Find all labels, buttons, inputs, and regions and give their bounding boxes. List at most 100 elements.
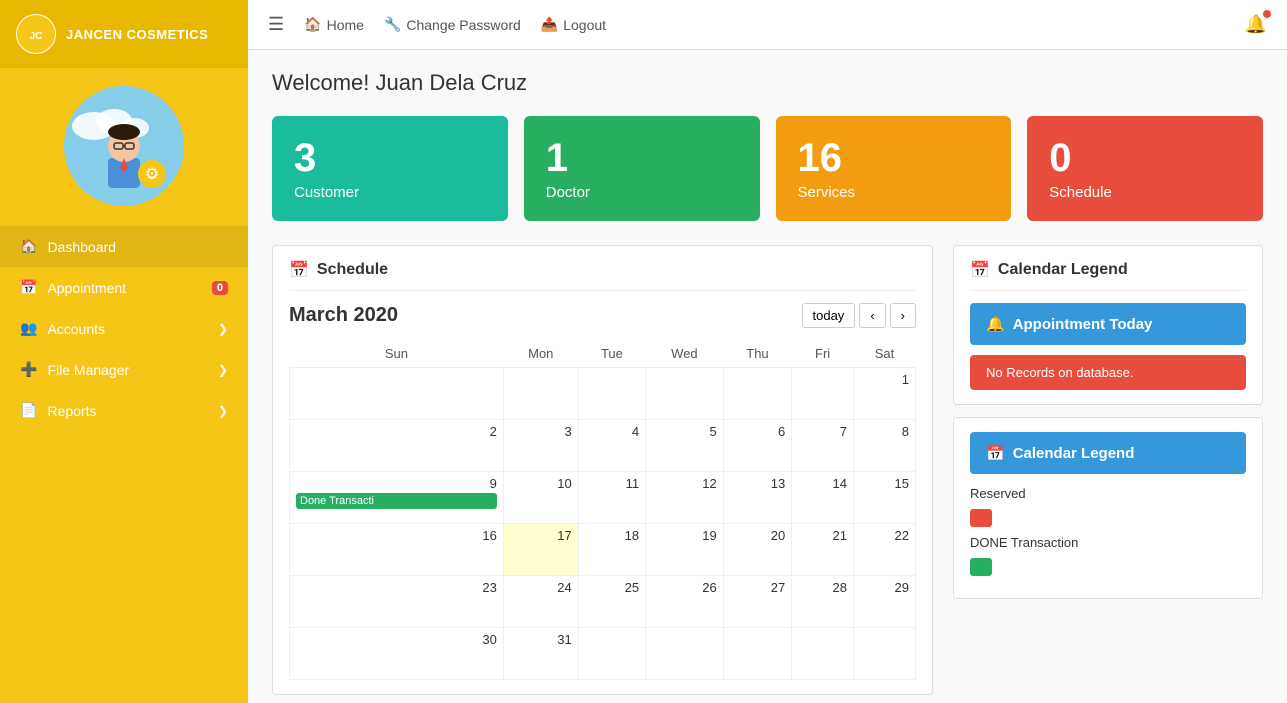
cal-day[interactable]: 5 [646, 420, 724, 472]
cal-day[interactable]: 24 [503, 576, 578, 628]
table-row: 16 17 18 19 20 21 22 [290, 524, 916, 576]
cal-day[interactable]: 10 [503, 472, 578, 524]
sidebar-label-dashboard: Dashboard [47, 239, 116, 255]
sidebar-item-reports[interactable]: 📄 Reports ❯ [0, 390, 248, 431]
page-content: Welcome! Juan Dela Cruz 3 Customer 1 Doc… [248, 50, 1287, 703]
cal-day[interactable]: 29 [854, 576, 916, 628]
cal-day[interactable] [503, 368, 578, 420]
legend-info-header: 📅 Calendar Legend [970, 432, 1246, 474]
bottom-row: 📅 Schedule March 2020 today ‹ › Sun [272, 245, 1263, 695]
no-records-message: No Records on database. [970, 355, 1246, 390]
cal-day[interactable] [854, 628, 916, 680]
sidebar-nav: 🏠 Dashboard 📅 Appointment 0 👥 Accounts ❯… [0, 226, 248, 431]
legend-section: 📅 Calendar Legend 🔔 Appointment Today No… [953, 245, 1263, 695]
cal-day-today[interactable]: 17 [503, 524, 578, 576]
cal-day[interactable]: 26 [646, 576, 724, 628]
cal-day[interactable] [723, 368, 791, 420]
day-header-wed: Wed [646, 340, 724, 368]
list-item [970, 509, 1246, 527]
day-header-fri: Fri [792, 340, 854, 368]
cal-day[interactable]: 12 [646, 472, 724, 524]
legend-label-done: DONE Transaction [970, 535, 1078, 550]
cal-day[interactable] [578, 368, 645, 420]
cal-day[interactable] [578, 628, 645, 680]
sidebar-item-file-manager[interactable]: ➕ File Manager ❯ [0, 349, 248, 390]
cal-day[interactable] [792, 628, 854, 680]
home-link[interactable]: 🏠 Home [304, 16, 364, 33]
services-number: 16 [798, 136, 990, 180]
cal-day[interactable]: 1 [854, 368, 916, 420]
cal-day[interactable]: 15 [854, 472, 916, 524]
cal-day[interactable]: 16 [290, 524, 504, 576]
day-header-sun: Sun [290, 340, 504, 368]
schedule-number: 0 [1049, 136, 1241, 180]
welcome-title: Welcome! Juan Dela Cruz [272, 70, 1263, 96]
cal-day[interactable]: 30 [290, 628, 504, 680]
cal-day[interactable] [723, 628, 791, 680]
change-password-label: Change Password [406, 17, 520, 33]
sidebar-item-appointment[interactable]: 📅 Appointment 0 [0, 267, 248, 308]
sidebar-item-dashboard[interactable]: 🏠 Dashboard [0, 226, 248, 267]
day-header-tue: Tue [578, 340, 645, 368]
stat-card-services: 16 Services [776, 116, 1012, 221]
cal-day[interactable]: 28 [792, 576, 854, 628]
notification-bell[interactable]: 🔔 [1245, 14, 1267, 35]
prev-month-button[interactable]: ‹ [859, 303, 885, 328]
cal-day[interactable]: 9Done Transacti [290, 472, 504, 524]
cal-day[interactable]: 23 [290, 576, 504, 628]
cal-day[interactable]: 31 [503, 628, 578, 680]
cal-day[interactable]: 14 [792, 472, 854, 524]
accounts-icon: 👥 [20, 320, 37, 337]
stat-card-schedule: 0 Schedule [1027, 116, 1263, 221]
calendar-header: March 2020 today ‹ › [289, 303, 916, 328]
logout-link[interactable]: 📤 Logout [541, 16, 606, 33]
legend-title: 📅 Calendar Legend [970, 260, 1246, 291]
sidebar: JC JANCEN COSMETICS [0, 0, 248, 703]
sidebar-item-accounts[interactable]: 👥 Accounts ❯ [0, 308, 248, 349]
calendar-table: Sun Mon Tue Wed Thu Fri Sat [289, 340, 916, 680]
list-item: Reserved [970, 486, 1246, 501]
cal-day[interactable] [792, 368, 854, 420]
today-button[interactable]: today [802, 303, 856, 328]
user-avatar: ⚙ [64, 86, 184, 206]
next-month-button[interactable]: › [890, 303, 916, 328]
cal-day[interactable]: 11 [578, 472, 645, 524]
svg-text:JC: JC [30, 31, 43, 42]
cal-day[interactable]: 25 [578, 576, 645, 628]
cal-day[interactable]: 4 [578, 420, 645, 472]
cal-day[interactable] [646, 628, 724, 680]
done-color-swatch [970, 558, 992, 576]
cal-day[interactable]: 22 [854, 524, 916, 576]
stats-row: 3 Customer 1 Doctor 16 Services 0 Schedu… [272, 116, 1263, 221]
cal-day[interactable] [290, 368, 504, 420]
file-manager-icon: ➕ [20, 361, 37, 378]
calendar-legend-top: 📅 Calendar Legend 🔔 Appointment Today No… [953, 245, 1263, 405]
cal-day[interactable]: 18 [578, 524, 645, 576]
appointment-today-box[interactable]: 🔔 Appointment Today [970, 303, 1246, 345]
table-row: 1 [290, 368, 916, 420]
table-row: 9Done Transacti 10 11 12 13 14 15 [290, 472, 916, 524]
cal-day[interactable]: 7 [792, 420, 854, 472]
cal-day[interactable]: 21 [792, 524, 854, 576]
sidebar-brand: JC JANCEN COSMETICS [0, 0, 248, 68]
cal-day[interactable]: 2 [290, 420, 504, 472]
menu-toggle-button[interactable]: ☰ [268, 14, 284, 35]
cal-day[interactable]: 27 [723, 576, 791, 628]
appointment-icon: 📅 [20, 279, 37, 296]
change-password-link[interactable]: 🔧 Change Password [384, 16, 521, 33]
cal-day[interactable]: 8 [854, 420, 916, 472]
cal-day[interactable]: 13 [723, 472, 791, 524]
day-header-mon: Mon [503, 340, 578, 368]
sidebar-label-reports: Reports [47, 403, 96, 419]
cal-day[interactable]: 19 [646, 524, 724, 576]
calendar-month: March 2020 [289, 304, 398, 327]
calendar-icon-2: 📅 [986, 444, 1005, 462]
cal-day[interactable]: 20 [723, 524, 791, 576]
doctors-label: Doctor [546, 184, 738, 201]
appointment-badge: 0 [212, 281, 228, 295]
cal-day[interactable]: 6 [723, 420, 791, 472]
schedule-label: Schedule [1049, 184, 1241, 201]
cal-day[interactable] [646, 368, 724, 420]
cal-day[interactable]: 3 [503, 420, 578, 472]
svg-text:⚙: ⚙ [145, 166, 159, 183]
